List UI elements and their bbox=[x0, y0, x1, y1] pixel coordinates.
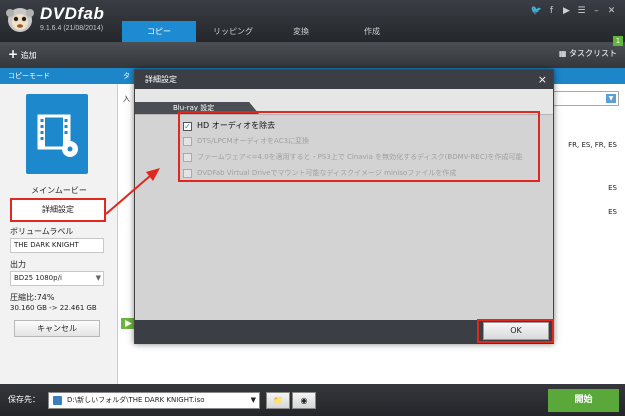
volume-label-input[interactable]: THE DARK KNIGHT bbox=[10, 238, 104, 253]
close-icon[interactable]: ✕ bbox=[604, 6, 619, 16]
checkbox-icon bbox=[183, 136, 192, 146]
facebook-icon[interactable]: f bbox=[544, 6, 559, 16]
option-label: DTS/LPCMオーディオをAC3に変換 bbox=[197, 137, 310, 145]
chevron-down-icon: ▼ bbox=[95, 274, 101, 282]
disc-icon bbox=[53, 396, 62, 405]
folder-icon[interactable]: 📁 bbox=[266, 392, 290, 409]
youtube-icon[interactable]: ▶ bbox=[559, 6, 574, 16]
add-label: 追加 bbox=[20, 51, 37, 60]
settings-icon[interactable]: ☰ bbox=[574, 6, 589, 16]
language-row: FR, ES, FR, ES bbox=[568, 141, 617, 149]
chevron-down-icon: ▼ bbox=[606, 94, 616, 103]
cancel-button[interactable]: キャンセル bbox=[14, 320, 100, 337]
chevron-down-icon[interactable]: ▼ bbox=[251, 393, 256, 408]
option-cinavia-bdmv-rec: ファームウェア<=4.0を適用すると・PS3上で Cinavia を無効化するデ… bbox=[183, 152, 522, 162]
bottom-bar: 保存先： D:\新しいフォルダ\THE DARK KNIGHT.iso ▼ 📁 … bbox=[0, 384, 625, 416]
tab-create[interactable]: 作成 bbox=[332, 21, 412, 42]
checkbox-icon bbox=[183, 168, 192, 178]
option-miniso-image: DVDFab Virtual Driveでマウント可能なディスクイメージ min… bbox=[183, 168, 456, 178]
option-label: HD オーディオを除去 bbox=[197, 121, 276, 130]
tasklist-label: タスクリスト bbox=[569, 49, 617, 58]
plus-icon: + bbox=[8, 47, 19, 61]
save-path-input[interactable]: D:\新しいフォルダ\THE DARK KNIGHT.iso ▼ bbox=[48, 392, 260, 409]
save-to-label: 保存先： bbox=[8, 395, 40, 404]
dvdfab-mascot-icon bbox=[6, 8, 34, 32]
compression-ratio: 圧縮比:74% bbox=[10, 293, 55, 302]
title-list-header-text: タ bbox=[123, 72, 130, 80]
language-row: ES bbox=[608, 184, 617, 192]
twitter-icon[interactable]: 🐦 bbox=[529, 6, 544, 16]
task-count-badge: 1 bbox=[613, 36, 623, 46]
size-info: 30.160 GB -> 22.461 GB bbox=[10, 304, 97, 312]
play-icon[interactable] bbox=[121, 318, 135, 329]
iso-icon[interactable]: ◉ bbox=[292, 392, 316, 409]
checkbox-checked-icon[interactable]: ✓ bbox=[183, 121, 192, 131]
copy-mode-header: コピーモード bbox=[0, 68, 118, 84]
add-button[interactable]: + 追加 bbox=[8, 47, 37, 61]
tasklist-button[interactable]: ▦ タスクリスト bbox=[559, 48, 617, 59]
toolbar: + 追加 ▦ タスクリスト bbox=[0, 42, 625, 68]
language-row: ES bbox=[608, 208, 617, 216]
dvdfab-window: DVDfab 9.1.6.4 (21/08/2014) コピー リッピング 変換… bbox=[0, 0, 625, 416]
version-label: 9.1.6.4 (21/08/2014) bbox=[40, 25, 104, 32]
option-label: ファームウェア<=4.0を適用すると・PS3上で Cinavia を無効化するデ… bbox=[197, 153, 523, 161]
brand-name: DVDfab bbox=[40, 4, 105, 23]
save-path-value: D:\新しいフォルダ\THE DARK KNIGHT.iso bbox=[67, 396, 205, 404]
dialog-title-bar: 詳細設定 × bbox=[135, 70, 553, 89]
window-controls: 🐦 f ▶ ☰ – ✕ bbox=[529, 6, 619, 16]
close-icon[interactable]: × bbox=[538, 70, 547, 89]
title-bar: DVDfab 9.1.6.4 (21/08/2014) コピー リッピング 変換… bbox=[0, 0, 625, 42]
minimize-icon[interactable]: – bbox=[589, 6, 604, 16]
tab-ripping[interactable]: リッピング bbox=[196, 21, 270, 42]
tab-convert[interactable]: 変換 bbox=[270, 21, 332, 42]
main-movie-mode-card[interactable] bbox=[26, 94, 88, 174]
start-button[interactable]: 開始 bbox=[548, 389, 619, 412]
film-disc-icon bbox=[37, 114, 78, 157]
output-value: BD25 1080p/i bbox=[14, 274, 62, 282]
source-row-label: 入 bbox=[123, 95, 130, 103]
ok-button[interactable]: OK bbox=[483, 322, 549, 340]
tab-copy[interactable]: コピー bbox=[122, 21, 196, 42]
volume-label-title: ボリュームラベル bbox=[10, 227, 74, 236]
output-select[interactable]: BD25 1080p/i ▼ bbox=[10, 271, 104, 286]
option-remove-hd-audio[interactable]: ✓ HD オーディオを除去 bbox=[183, 120, 275, 131]
option-label: DVDFab Virtual Driveでマウント可能なディスクイメージ min… bbox=[197, 169, 457, 177]
output-title: 出力 bbox=[10, 260, 26, 269]
main-movie-label: メインムービー bbox=[31, 186, 87, 195]
option-dts-to-ac3: DTS/LPCMオーディオをAC3に変換 bbox=[183, 136, 309, 146]
left-panel: メインムービー 詳細設定 ボリュームラベル THE DARK KNIGHT 出力… bbox=[0, 84, 118, 384]
checkbox-icon bbox=[183, 152, 192, 162]
advanced-settings-button[interactable]: 詳細設定 bbox=[10, 198, 106, 222]
dialog-title: 詳細設定 bbox=[145, 75, 177, 84]
list-icon: ▦ bbox=[558, 49, 567, 58]
